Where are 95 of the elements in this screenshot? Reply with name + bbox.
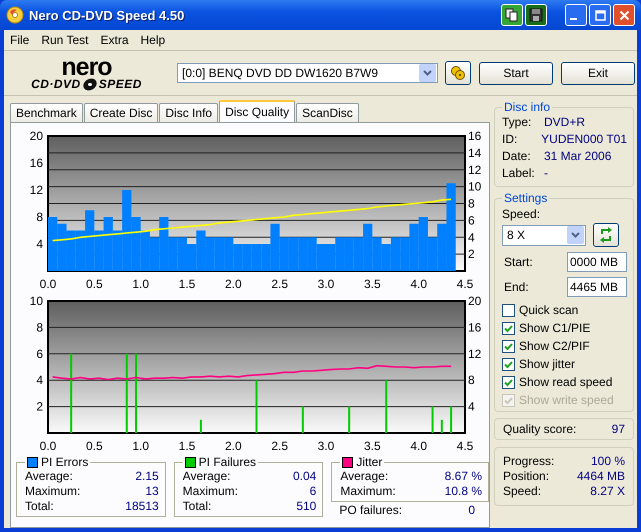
- y-axis-label: 10: [30, 294, 43, 308]
- checkbox-label: Show read speed: [519, 375, 612, 389]
- speed-label: Speed:: [502, 207, 542, 221]
- x-axis-label: 0.5: [86, 277, 103, 291]
- x-axis-label: 3.5: [364, 277, 381, 291]
- checkbox-label: Show C1/PIE: [519, 321, 590, 335]
- stat-label: PO failures:: [339, 503, 402, 518]
- stat-value: 13: [145, 484, 159, 499]
- stat-value: 8.67 %: [444, 469, 482, 484]
- right-axis-label: 14: [468, 146, 482, 160]
- right-axis-label: 6: [468, 213, 475, 228]
- y-axis-label: 12: [30, 183, 43, 197]
- info-label: ID:: [502, 131, 518, 148]
- x-axis-label: 0.0: [40, 439, 56, 453]
- x-axis-label: 3.0: [318, 439, 334, 453]
- end-label: End:: [504, 280, 529, 294]
- checkbox-label: Quick scan: [519, 303, 578, 317]
- info-label: Date:: [502, 148, 532, 165]
- right-axis-label: 2: [468, 247, 475, 262]
- quality-score-value: 97: [612, 422, 625, 436]
- x-axis-label: 2.5: [271, 277, 288, 291]
- x-axis-label: 4.5: [456, 439, 474, 453]
- stat-label: Total:: [25, 499, 54, 514]
- y-axis-label: 6: [36, 346, 43, 361]
- x-axis-label: 4.0: [410, 439, 427, 453]
- stat-label: Average:: [25, 469, 73, 484]
- info-value: YUDEN000 T01: [541, 131, 627, 148]
- stat-value: 510: [296, 499, 316, 514]
- info-label: Label:: [502, 165, 536, 182]
- info-value: -: [544, 165, 548, 182]
- stat-value: 10.8 %: [444, 484, 482, 499]
- progress-label: Progress:: [503, 454, 554, 469]
- right-axis-label: 4: [468, 400, 475, 414]
- info-value: DVD+R: [544, 114, 586, 131]
- stat-value: 2.15: [135, 469, 159, 484]
- y-axis-label: 8: [36, 320, 43, 334]
- progress-value: 8.27 X: [590, 484, 625, 499]
- x-axis-label: 3.0: [318, 277, 334, 291]
- x-axis-label: 2.5: [271, 439, 288, 453]
- checkbox-label: Show jitter: [519, 357, 576, 371]
- window-title: Nero CD-DVD Speed 4.50: [29, 8, 184, 22]
- y-axis-label: 4: [36, 373, 43, 388]
- progress-label: Speed:: [503, 484, 542, 499]
- progress-label: Position:: [503, 469, 550, 484]
- logo-product-text: SPEED: [98, 78, 142, 90]
- stat-value: 6: [310, 484, 316, 499]
- y-axis-label: 20: [30, 129, 43, 143]
- stat-label: Total:: [182, 499, 212, 514]
- group-title: Jitter: [356, 455, 382, 469]
- stat-label: Maximum:: [340, 484, 396, 499]
- right-axis-label: 8: [468, 196, 475, 210]
- progress-value: 100 %: [590, 454, 625, 469]
- x-axis-label: 4.0: [410, 277, 427, 291]
- progress-value: 4464 MB: [576, 469, 625, 484]
- y-axis-label: 4: [36, 237, 43, 251]
- logo-wordmark: nero: [61, 56, 112, 78]
- logo-product-text: CD·DVD: [31, 78, 81, 90]
- x-axis-label: 1.0: [132, 439, 149, 453]
- stat-label: Average:: [340, 469, 388, 484]
- right-axis-label: 20: [468, 294, 482, 308]
- right-axis-label: 12: [468, 346, 482, 361]
- x-axis-label: 2.0: [225, 277, 242, 291]
- stat-value: 0.04: [292, 469, 316, 484]
- x-axis-label: 3.5: [364, 439, 381, 453]
- x-axis-label: 0.0: [40, 277, 56, 291]
- stat-label: Maximum:: [25, 484, 80, 499]
- stat-label: Maximum:: [182, 484, 238, 499]
- group-title: PI Failures: [198, 455, 256, 469]
- stat-value: 18513: [125, 499, 159, 514]
- right-axis-label: 10: [468, 180, 482, 194]
- group-title: Settings: [503, 191, 548, 205]
- start-label: Start:: [504, 255, 533, 269]
- x-axis-label: 0.5: [86, 439, 103, 453]
- right-axis-label: 12: [468, 162, 482, 177]
- right-axis-label: 16: [468, 129, 482, 143]
- group-title: PI Errors: [41, 455, 88, 469]
- y-axis-label: 2: [36, 400, 43, 414]
- x-axis-label: 4.5: [456, 277, 474, 291]
- y-axis-label: 8: [36, 210, 43, 224]
- x-axis-label: 1.5: [178, 439, 196, 453]
- stat-label: Average:: [182, 469, 230, 484]
- info-label: Type:: [502, 114, 532, 131]
- x-axis-label: 1.0: [132, 277, 149, 291]
- right-axis-label: 4: [468, 230, 475, 244]
- right-axis-label: 16: [468, 320, 482, 334]
- right-axis-label: 8: [468, 373, 475, 388]
- quality-score-label: Quality score:: [503, 422, 576, 436]
- stat-value: 0: [468, 503, 475, 518]
- x-axis-label: 1.5: [178, 277, 196, 291]
- group-title: Disc info: [503, 100, 552, 114]
- x-axis-label: 2.0: [225, 439, 242, 453]
- checkbox-label: Show write speed: [519, 393, 614, 407]
- y-axis-label: 16: [30, 156, 43, 170]
- checkbox-label: Show C2/PIF: [519, 339, 590, 353]
- info-value: 31 Mar 2006: [544, 148, 612, 165]
